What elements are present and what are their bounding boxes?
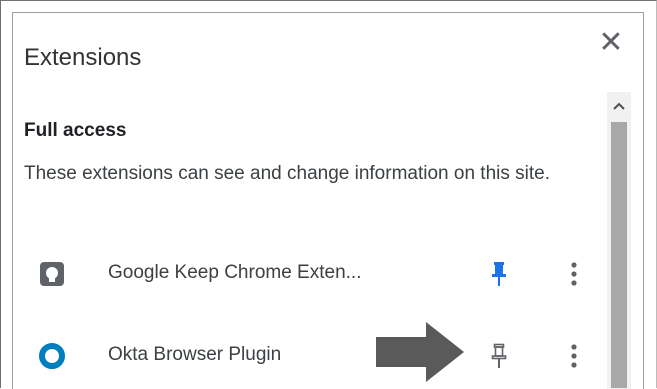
pin-outline-icon: [491, 343, 507, 368]
extension-name: Okta Browser Plugin: [108, 344, 282, 365]
popup-title: Extensions: [24, 44, 142, 71]
okta-icon: [39, 343, 65, 369]
extension-row-google-keep[interactable]: Google Keep Chrome Exten...: [12, 246, 606, 302]
pin-filled-icon: [492, 262, 506, 286]
close-button[interactable]: ✕: [596, 28, 626, 58]
more-vert-icon: [571, 344, 577, 368]
scrollbar[interactable]: [607, 92, 631, 389]
full-access-description: These extensions can see and change info…: [24, 163, 550, 184]
more-options-button[interactable]: [564, 258, 584, 290]
pin-button[interactable]: [486, 340, 512, 372]
annotation-arrow-icon: [376, 322, 464, 382]
close-icon: ✕: [598, 26, 624, 59]
more-vert-icon: [571, 262, 577, 286]
scroll-up-button[interactable]: [607, 92, 631, 120]
chevron-up-icon: [613, 102, 625, 110]
extension-name: Google Keep Chrome Exten...: [108, 262, 362, 283]
extension-row-okta[interactable]: Okta Browser Plugin: [12, 328, 606, 384]
google-keep-icon: [40, 262, 64, 286]
more-options-button[interactable]: [564, 340, 584, 372]
pin-button[interactable]: [486, 258, 512, 290]
full-access-heading: Full access: [24, 120, 127, 141]
scrollbar-thumb[interactable]: [611, 122, 627, 388]
